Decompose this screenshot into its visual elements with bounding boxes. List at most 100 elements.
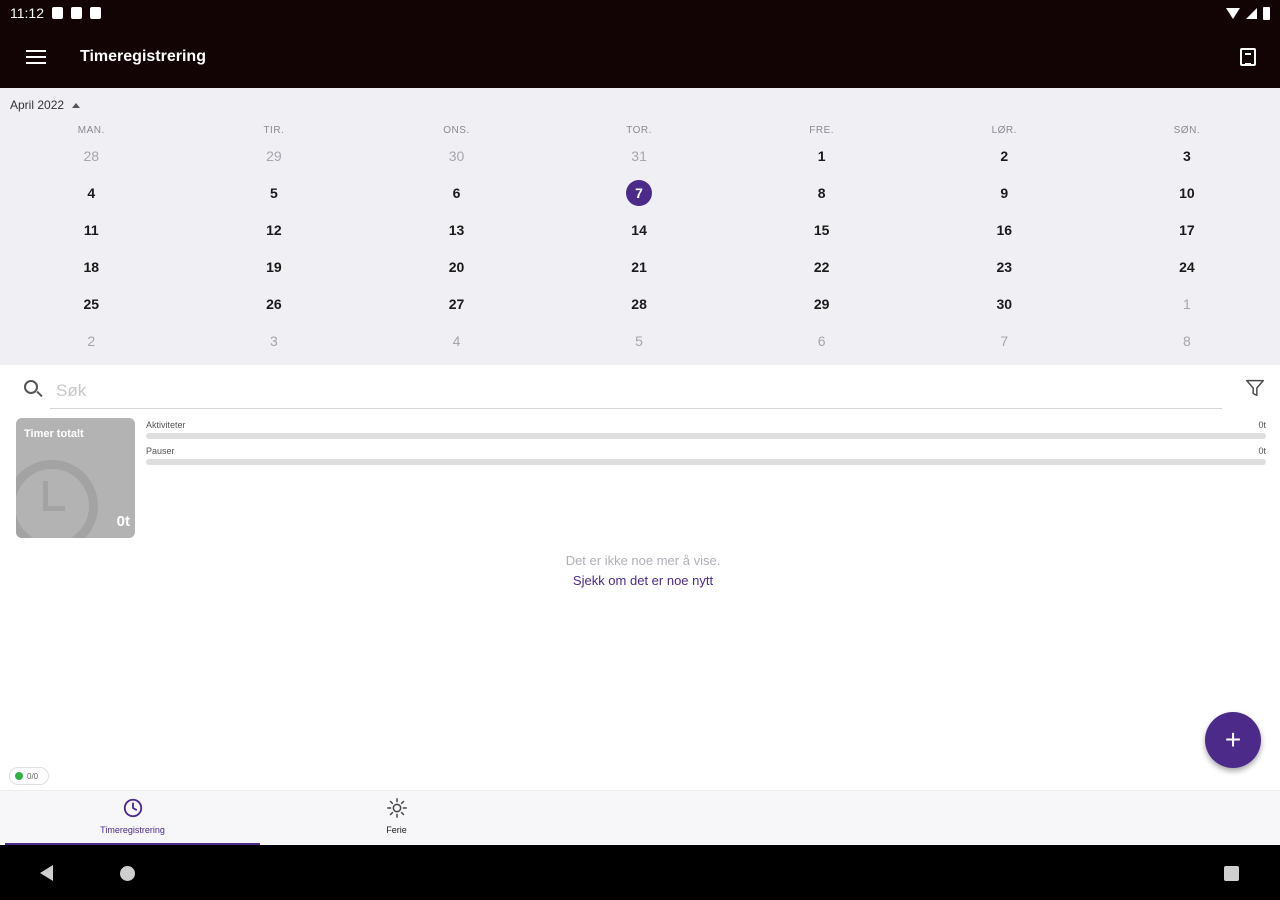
calendar-day[interactable]: 28 [626,291,652,317]
calendar-day[interactable]: 7 [991,328,1017,354]
filter-icon[interactable] [1244,377,1266,399]
calendar-day[interactable]: 5 [261,180,287,206]
calendar-day[interactable]: 2 [991,143,1017,169]
calendar-day[interactable]: 6 [809,328,835,354]
total-hours-card[interactable]: Timer totalt 0t [16,418,135,538]
nav-item-ferie[interactable]: Ferie [269,791,524,846]
back-icon[interactable] [40,865,53,881]
calendar-day[interactable]: 17 [1174,217,1200,243]
calendar-day[interactable]: 18 [78,254,104,280]
calendar-day[interactable]: 9 [991,180,1017,206]
calendar-day[interactable]: 5 [626,328,652,354]
calendar-week: 28 29 30 31 1 2 3 [0,137,1280,174]
add-entry-button[interactable]: + [1205,712,1261,768]
total-hours-value: 0t [116,513,130,530]
calendar-week: 25 26 27 28 29 30 1 [0,285,1280,322]
sun-icon [386,798,407,818]
calendar-day[interactable]: 29 [261,143,287,169]
signal-icon [1246,7,1257,19]
status-dot-icon [15,772,23,780]
recents-icon[interactable] [1224,866,1239,881]
menu-button[interactable] [0,26,72,88]
weekday-label: FRE. [809,124,835,136]
activities-label: Aktiviteter [146,420,186,430]
weekday-label: TIR. [263,124,285,136]
calendar-day[interactable]: 31 [626,143,652,169]
calendar-day[interactable]: 14 [626,217,652,243]
calendar-day[interactable]: 12 [261,217,287,243]
nav-label: Ferie [386,825,407,835]
calendar-day[interactable]: 24 [1174,254,1200,280]
calendar-day[interactable]: 30 [991,291,1017,317]
calendar-day[interactable]: 4 [443,328,469,354]
hamburger-icon [26,50,46,52]
nav-label: Timeregistrering [100,825,165,835]
search-icon [24,380,38,394]
sync-count: 0/0 [27,771,39,781]
calendar-day[interactable]: 13 [443,217,469,243]
sd-card-icon [71,7,82,19]
search-bar [0,365,1280,413]
calendar-day[interactable]: 8 [1174,328,1200,354]
empty-message: Det er ikke noe mer å vise. [565,553,721,568]
calendar-day[interactable]: 10 [1174,180,1200,206]
calendar-day[interactable]: 27 [443,291,469,317]
plus-icon: + [1224,724,1242,755]
calendar-day[interactable]: 15 [809,217,835,243]
calendar: April 2022 MAN. TIR. ONS. TOR. FRE. LØR. SØN. 2… [0,88,1280,365]
home-icon[interactable] [120,866,135,881]
app-notification-icon [90,7,101,19]
month-toggle[interactable]: April 2022 [10,98,81,112]
battery-icon [1263,6,1270,20]
calendar-day[interactable]: 16 [991,217,1017,243]
breaks-value: 0t [1258,446,1266,456]
nav-item-timeregistrering[interactable]: Timeregistrering [5,791,260,846]
system-navigation-bar [0,845,1280,900]
weekday-label: ONS. [443,124,470,136]
wifi-icon [1226,7,1240,19]
calendar-day[interactable]: 21 [626,254,652,280]
calendar-day[interactable]: 11 [78,217,104,243]
weekday-label: LØR. [991,124,1017,136]
calendar-day[interactable]: 1 [1174,291,1200,317]
month-label: April 2022 [10,98,65,112]
weekday-label: TOR. [626,124,652,136]
status-time: 11:12 [10,5,44,21]
weekday-label: SØN. [1173,124,1201,136]
calendar-day[interactable]: 23 [991,254,1017,280]
calendar-day[interactable]: 8 [809,180,835,206]
calendar-day[interactable]: 4 [78,180,104,206]
calendar-grid: MAN. TIR. ONS. TOR. FRE. LØR. SØN. 28 29 30 31 1 2 3 4… [0,123,1280,359]
notification-icon [52,7,63,19]
calendar-day[interactable]: 20 [443,254,469,280]
calendar-day[interactable]: 3 [261,328,287,354]
search-input[interactable] [50,373,1222,409]
calendar-week: 4 5 6 7 8 9 10 [0,174,1280,211]
calendar-day[interactable]: 28 [78,143,104,169]
refresh-link[interactable]: Sjekk om det er noe nytt [0,573,1280,588]
calendar-day[interactable]: 19 [261,254,287,280]
calendar-week: 18 19 20 21 22 23 24 [0,248,1280,285]
status-bar: 11:12 [0,0,1280,26]
clock-icon [123,798,142,818]
calendar-day[interactable]: 3 [1174,143,1200,169]
report-icon[interactable] [1240,48,1256,66]
breaks-label: Pauser [146,446,175,456]
activities-value: 0t [1258,420,1266,430]
calendar-day[interactable]: 29 [809,291,835,317]
clock-icon [16,460,98,538]
app-bar: Timeregistrering [0,26,1280,88]
activities-progress [146,433,1266,439]
calendar-day[interactable]: 1 [809,143,835,169]
calendar-day[interactable]: 6 [443,180,469,206]
calendar-day[interactable]: 22 [809,254,835,280]
calendar-day[interactable]: 30 [443,143,469,169]
calendar-day[interactable]: 25 [78,291,104,317]
calendar-day[interactable]: 26 [261,291,287,317]
calendar-day-selected[interactable]: 7 [626,179,653,206]
bottom-navigation: Timeregistrering Ferie [0,790,1280,846]
page-title: Timeregistrering [80,48,206,65]
chevron-up-icon [72,102,81,108]
calendar-day[interactable]: 2 [78,328,104,354]
total-hours-title: Timer totalt [24,428,84,440]
